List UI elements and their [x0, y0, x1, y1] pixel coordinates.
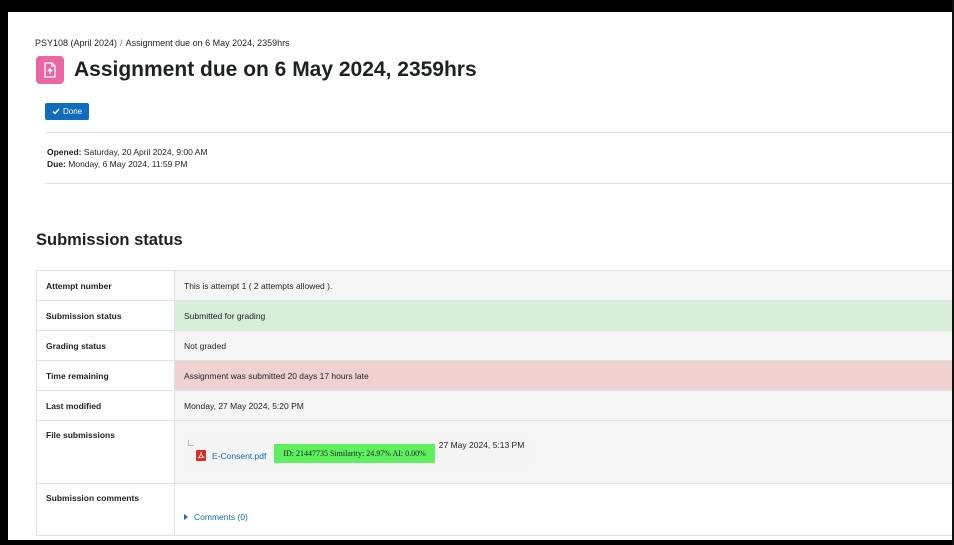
- table-row: Last modified Monday, 27 May 2024, 5:20 …: [36, 390, 954, 421]
- opened-date: Opened: Saturday, 20 April 2024, 9:00 AM: [47, 147, 208, 157]
- page-header: Assignment due on 6 May 2024, 2359hrs: [36, 56, 477, 84]
- row-label: Attempt number: [36, 270, 175, 301]
- row-label: Grading status: [36, 330, 175, 361]
- breadcrumb: PSY108 (April 2024) / Assignment due on 6 …: [35, 38, 290, 48]
- divider: [45, 132, 954, 133]
- assignment-icon: [36, 56, 64, 84]
- submission-status-table: Attempt number This is attempt 1 ( 2 att…: [36, 270, 954, 536]
- checkmark-icon: [52, 108, 60, 115]
- page-title: Assignment due on 6 May 2024, 2359hrs: [74, 58, 477, 81]
- row-label: Last modified: [36, 390, 175, 421]
- breadcrumb-current: Assignment due on 6 May 2024, 2359hrs: [125, 38, 290, 48]
- file-link[interactable]: E-Consent.pdf: [212, 451, 266, 461]
- done-button[interactable]: Done: [45, 103, 90, 120]
- submission-comments-cell: Comments (0): [174, 483, 954, 536]
- time-remaining-value: Assignment was submitted 20 days 17 hour…: [174, 360, 954, 391]
- done-label: Done: [63, 107, 83, 116]
- grading-status-value: Not graded: [174, 330, 954, 361]
- submission-status-value: Submitted for grading: [174, 300, 954, 331]
- pdf-file-icon: [196, 450, 206, 461]
- caret-right-icon: [184, 513, 188, 520]
- table-row: Attempt number This is attempt 1 ( 2 att…: [36, 270, 954, 301]
- row-label: Submission comments: [36, 483, 175, 536]
- similarity-badge[interactable]: ID: 21447735 Similarity: 24.97% AI: 0.00…: [274, 444, 435, 463]
- page-frame: PSY108 (April 2024) / Assignment due on 6 …: [8, 12, 954, 540]
- last-modified-value: Monday, 27 May 2024, 5:20 PM: [174, 390, 954, 421]
- row-label: Time remaining: [36, 360, 175, 391]
- row-label: File submissions: [36, 420, 175, 484]
- divider: [45, 183, 954, 184]
- breadcrumb-course-link[interactable]: PSY108 (April 2024): [35, 38, 117, 48]
- file-item: E-Consent.pdf ID: 21447735 Similarity: 2…: [184, 438, 531, 466]
- file-date: 27 May 2024, 5:13 PM: [438, 440, 525, 450]
- table-row: Submission status Submitted for grading: [36, 300, 954, 331]
- breadcrumb-separator: /: [120, 38, 123, 48]
- file-submissions-cell: E-Consent.pdf ID: 21447735 Similarity: 2…: [174, 420, 954, 484]
- table-row: File submissions E-Consent.pdf ID: 21447…: [36, 420, 954, 484]
- comments-label: Comments (0): [194, 511, 248, 522]
- submission-status-heading: Submission status: [36, 231, 183, 249]
- comments-toggle[interactable]: Comments (0): [184, 512, 248, 522]
- due-date: Due: Monday, 6 May 2024, 11:59 PM: [47, 159, 188, 169]
- table-row: Time remaining Assignment was submitted …: [36, 360, 954, 391]
- row-label: Submission status: [36, 300, 175, 331]
- table-row: Submission comments Comments (0): [36, 483, 954, 536]
- attempt-number-value: This is attempt 1 ( 2 attempts allowed )…: [174, 270, 954, 301]
- table-row: Grading status Not graded: [36, 330, 954, 361]
- tree-connector: [188, 440, 194, 446]
- activity-dates: Opened: Saturday, 20 April 2024, 9:00 AM…: [47, 146, 208, 170]
